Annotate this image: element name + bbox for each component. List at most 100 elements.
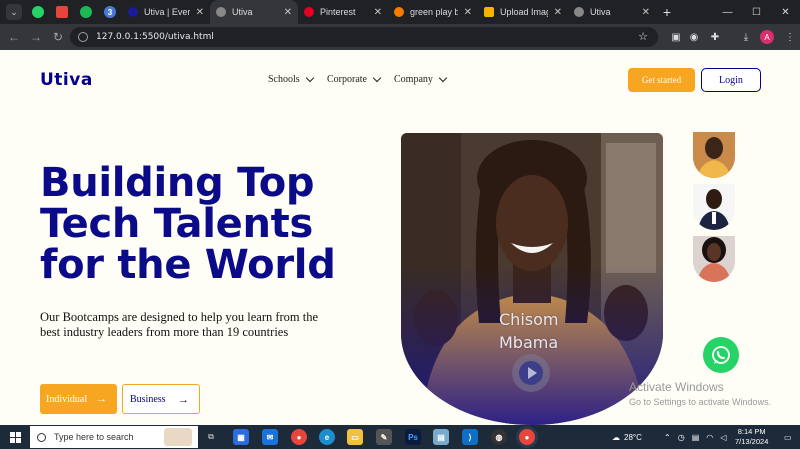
login-button[interactable]: Login: [701, 68, 761, 92]
hero-line: for the World: [40, 242, 336, 288]
close-icon[interactable]: ✕: [196, 7, 204, 18]
business-button[interactable]: Business →: [122, 384, 200, 414]
address-bar: ← → ↻ 127.0.0.1:5500/utiva.html ☆ ▣ ◉ ✚ …: [0, 24, 800, 50]
reload-icon[interactable]: ↻: [47, 26, 69, 48]
whatsapp-icon: [32, 6, 44, 18]
hero-subtitle: Our Bootcamps are designed to help you l…: [40, 310, 319, 339]
wifi-icon[interactable]: ◠: [706, 433, 713, 442]
play-video-button[interactable]: [512, 354, 550, 392]
profile-avatar[interactable]: A: [760, 30, 774, 44]
tab-utiva-3[interactable]: Utiva ✕: [568, 0, 656, 24]
tab-pinterest[interactable]: Pinterest ✕: [298, 0, 388, 24]
weather-widget[interactable]: ☁ 28°C: [612, 425, 642, 449]
app-icon[interactable]: ◍: [491, 429, 507, 445]
notification-icon[interactable]: ▭: [784, 425, 792, 449]
back-icon[interactable]: ←: [3, 26, 25, 48]
start-button[interactable]: [0, 425, 30, 449]
windows-logo-icon: [9, 431, 21, 443]
omnibox[interactable]: 127.0.0.1:5500/utiva.html ☆: [70, 27, 658, 47]
button-label: Business: [130, 393, 166, 405]
arrow-right-icon: →: [178, 394, 189, 406]
chevron-up-icon[interactable]: ⌃: [664, 433, 671, 442]
cloud-icon: ☁: [612, 432, 620, 442]
close-icon[interactable]: ✕: [464, 7, 472, 18]
chrome-icon[interactable]: ●: [291, 429, 307, 445]
person-name: Chisom Mbama: [499, 308, 558, 354]
new-tab-button[interactable]: +: [656, 4, 678, 20]
forward-icon[interactable]: →: [25, 26, 47, 48]
clock-time: 8:14 PM: [737, 427, 766, 436]
tab-title: Pinterest: [320, 7, 356, 17]
camera-icon[interactable]: ◉: [685, 28, 703, 46]
whatsapp-float-button[interactable]: [703, 337, 739, 373]
nav-company[interactable]: Company: [394, 73, 448, 85]
photoshop-icon[interactable]: Ps: [405, 429, 421, 445]
edge-icon[interactable]: e: [319, 429, 335, 445]
image-icon: [484, 7, 494, 17]
utiva-logo[interactable]: Utiva: [40, 70, 93, 90]
utiva-favicon: [128, 7, 138, 17]
bookmark-star-icon[interactable]: ☆: [638, 30, 648, 43]
individual-button[interactable]: Individual →: [40, 384, 117, 414]
search-placeholder: Type here to search: [54, 432, 134, 442]
puzzle-icon[interactable]: ✚: [706, 28, 724, 46]
badge-icon: 3: [104, 6, 116, 18]
get-started-button[interactable]: Get started: [628, 68, 695, 92]
speaker-thumbnail[interactable]: [693, 184, 735, 230]
site-info-icon[interactable]: [78, 32, 88, 42]
thumbnail-photo: [693, 184, 735, 230]
tab-utiva-everything[interactable]: Utiva | Everythi ✕: [122, 0, 210, 24]
globe-icon: [216, 7, 226, 17]
extension-icon[interactable]: ▣: [667, 28, 685, 46]
temperature: 28°C: [624, 432, 642, 442]
task-view-icon[interactable]: ⧉: [203, 429, 219, 445]
site-favicon: [394, 7, 404, 17]
pinned-tab-badge[interactable]: 3: [98, 0, 122, 24]
close-icon[interactable]: ✕: [642, 7, 650, 18]
tab-title: green play butt: [410, 7, 458, 17]
mail-icon[interactable]: ✉: [262, 429, 278, 445]
hero-line: Building Top: [40, 160, 315, 206]
speaker-thumbnail[interactable]: [693, 236, 735, 282]
url-text[interactable]: 127.0.0.1:5500/utiva.html: [96, 32, 214, 42]
search-icon: [37, 432, 46, 442]
taskbar-search-box[interactable]: Type here to search: [30, 426, 198, 448]
microsoft-store-icon[interactable]: ▦: [233, 429, 249, 445]
meet-icon[interactable]: ◷: [678, 433, 685, 442]
volume-icon[interactable]: ◁: [720, 433, 726, 442]
pinned-tab-2[interactable]: [50, 0, 74, 24]
vscode-icon[interactable]: ⟩: [462, 429, 478, 445]
tab-green-play[interactable]: green play butt ✕: [388, 0, 478, 24]
chevron-down-icon: [438, 73, 448, 82]
maximize-icon[interactable]: ☐: [742, 0, 771, 24]
close-window-icon[interactable]: ✕: [771, 0, 800, 24]
nav-corporate[interactable]: Corporate: [327, 73, 382, 85]
notes-icon[interactable]: ▤: [433, 429, 449, 445]
chrome-active-icon[interactable]: ●: [519, 429, 535, 445]
tab-title: Utiva: [590, 7, 611, 17]
activate-windows-watermark: Activate Windows Go to Settings to activ…: [629, 380, 771, 407]
tab-utiva-active[interactable]: Utiva ✕: [210, 0, 298, 24]
close-icon[interactable]: ✕: [554, 7, 562, 18]
network-icon[interactable]: ▤: [692, 433, 700, 442]
download-icon[interactable]: ⤓: [737, 28, 755, 46]
globe-icon: [574, 7, 584, 17]
whatsapp-pinned-tab[interactable]: [26, 0, 50, 24]
close-icon[interactable]: ✕: [284, 7, 292, 18]
system-tray: ⌃ ◷ ▤ ◠ ◁: [664, 425, 726, 449]
close-icon[interactable]: ✕: [374, 7, 382, 18]
activate-title: Activate Windows: [629, 380, 724, 394]
app-icon[interactable]: ✎: [376, 429, 392, 445]
spotify-pinned-tab[interactable]: [74, 0, 98, 24]
nav-label: Schools: [268, 74, 300, 85]
tab-search-icon[interactable]: ⌄: [6, 4, 22, 20]
taskbar-clock[interactable]: 8:14 PM 7/13/2024: [735, 427, 768, 447]
menu-kebab-icon[interactable]: ⋮: [781, 28, 799, 46]
speaker-thumbnail[interactable]: [693, 132, 735, 178]
nav-schools[interactable]: Schools: [268, 73, 314, 85]
utiva-page: Utiva Schools Corporate Company Get star…: [0, 50, 800, 425]
chevron-down-icon: [305, 73, 314, 82]
file-explorer-icon[interactable]: ▭: [347, 429, 363, 445]
tab-upload-image[interactable]: Upload Image ✕: [478, 0, 568, 24]
minimize-icon[interactable]: —: [713, 0, 742, 24]
